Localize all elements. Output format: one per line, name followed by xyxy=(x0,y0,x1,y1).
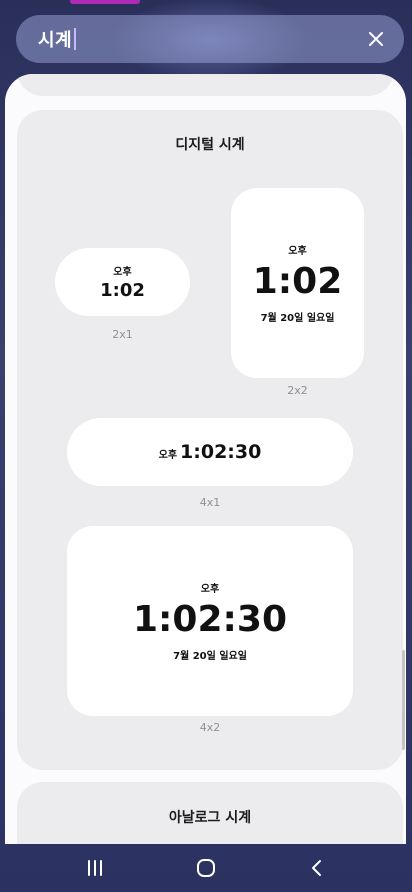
ampm-label: 오후 xyxy=(288,246,307,257)
clear-search-button[interactable] xyxy=(362,25,390,53)
digital-clock-section: 디지털 시계 오후 1:02 2x1 오후 1:02 7월 20일 일요일 2x… xyxy=(17,110,403,770)
widget-digital-2x2[interactable]: 오후 1:02 7월 20일 일요일 xyxy=(231,188,364,378)
widget-digital-4x2[interactable]: 오후 1:02:30 7월 20일 일요일 xyxy=(67,526,353,716)
wallpaper-accent xyxy=(70,0,140,4)
time-label: 1:02:30 xyxy=(180,441,262,463)
date-label: 7월 20일 일요일 xyxy=(173,651,247,662)
recents-icon xyxy=(88,860,103,876)
size-label-4x2: 4x2 xyxy=(199,721,221,734)
time-label: 1:02 xyxy=(100,280,145,301)
date-label: 7월 20일 일요일 xyxy=(260,313,335,324)
home-icon xyxy=(196,859,215,877)
navigation-bar xyxy=(0,844,412,892)
time-label: 1:02 xyxy=(252,261,343,302)
widget-panel: 디지털 시계 오후 1:02 2x1 오후 1:02 7월 20일 일요일 2x… xyxy=(5,74,406,844)
size-label-2x1: 2x1 xyxy=(112,328,133,341)
ampm-label: 오후 xyxy=(200,584,220,595)
search-bar[interactable]: 시계 xyxy=(16,15,404,63)
widget-digital-2x1[interactable]: 오후 1:02 xyxy=(55,248,190,316)
time-label: 1:02:30 xyxy=(132,599,288,640)
home-button[interactable] xyxy=(186,848,226,888)
back-icon xyxy=(311,860,321,876)
close-icon xyxy=(369,32,383,46)
section-title-analog: 아날로그 시계 xyxy=(168,810,252,826)
search-input[interactable]: 시계 xyxy=(38,26,72,52)
back-button[interactable] xyxy=(297,848,337,888)
scrollbar[interactable] xyxy=(402,650,405,750)
recents-button[interactable] xyxy=(75,848,115,888)
ampm-label: 오후 xyxy=(113,267,132,278)
widget-digital-4x1[interactable]: 오후 1:02:30 xyxy=(67,418,353,486)
text-cursor xyxy=(74,28,77,50)
size-label-2x2: 2x2 xyxy=(287,384,308,397)
size-label-4x1: 4x1 xyxy=(199,496,221,509)
previous-section-card xyxy=(17,74,394,96)
analog-clock-section[interactable]: 아날로그 시계 xyxy=(17,782,403,844)
section-title-digital: 디지털 시계 xyxy=(175,137,245,153)
ampm-label: 오후 xyxy=(158,450,178,461)
